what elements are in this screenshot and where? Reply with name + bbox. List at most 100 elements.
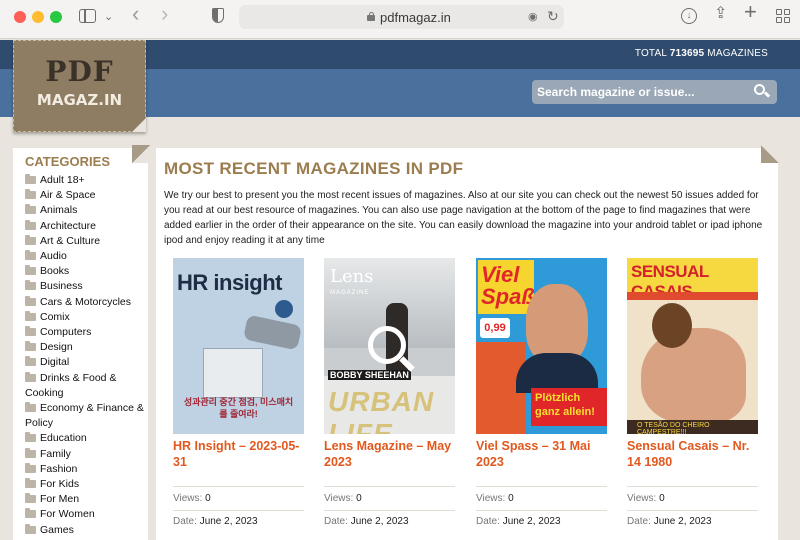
category-item[interactable]: For Men: [25, 492, 145, 507]
cover-caption: URBAN LIFE: [328, 386, 435, 434]
search-icon[interactable]: [754, 84, 771, 100]
magazine-title-link[interactable]: Lens Magazine – May 2023: [324, 438, 455, 470]
translate-icon[interactable]: ◉: [528, 10, 538, 23]
category-item[interactable]: Economy & Finance & Policy: [25, 401, 145, 431]
category-item[interactable]: Family: [25, 447, 145, 462]
categories-title: CATEGORIES: [25, 154, 110, 169]
cover-header: SENSUAL CASAIS: [627, 258, 758, 301]
category-item[interactable]: Architecture: [25, 219, 145, 234]
category-item[interactable]: Digital: [25, 355, 145, 370]
divider: [476, 510, 607, 511]
cover-footer: O TESÃO DO CHEIRO CAMPESTRE!!!: [627, 420, 758, 434]
url-text: pdfmagaz.in: [380, 10, 451, 25]
divider: [324, 510, 455, 511]
content-fold-corner: [761, 145, 779, 163]
magazine-title-link[interactable]: Viel Spass – 31 Mai 2023: [476, 438, 607, 470]
page-title: MOST RECENT MAGAZINES IN PDF: [164, 159, 464, 178]
fullscreen-window-button[interactable]: [50, 11, 62, 23]
magazine-title-link[interactable]: HR Insight – 2023-05-31: [173, 438, 304, 470]
category-item[interactable]: Books: [25, 264, 145, 279]
site-logo[interactable]: PDF MAGAZ.IN: [13, 40, 146, 132]
browser-toolbar: ⌄ ‹ › pdfmagaz.in ◉ ↻ ↓ ⇪ +: [0, 0, 800, 39]
cover-blocks-graphic: [203, 348, 263, 398]
cover-portrait: [526, 284, 588, 364]
date-published: Date: June 2, 2023: [627, 516, 712, 527]
folder-icon: [25, 341, 36, 352]
category-item[interactable]: Education: [25, 431, 145, 446]
folder-icon: [25, 508, 36, 519]
folder-icon: [25, 478, 36, 489]
cover-figure: [641, 328, 746, 423]
magazine-cover-image[interactable]: HR insight 성과관리 중간 점검, 미스매치를 줄여라!: [173, 258, 304, 434]
download-icon[interactable]: ↓: [681, 8, 697, 24]
category-item[interactable]: Art & Culture: [25, 234, 145, 249]
folder-icon: [25, 371, 36, 382]
tab-overview-icon[interactable]: [776, 9, 790, 23]
logo-text-pdf: PDF: [45, 55, 114, 88]
forward-arrow-icon[interactable]: ›: [161, 3, 168, 25]
category-item[interactable]: Games: [25, 523, 145, 538]
back-arrow-icon[interactable]: ‹: [132, 3, 139, 25]
cover-name: BOBBY SHEEHAN: [328, 370, 411, 380]
folder-icon: [25, 326, 36, 337]
magazine-title-link[interactable]: Sensual Casais – Nr. 14 1980: [627, 438, 758, 470]
folder-icon: [25, 234, 36, 245]
category-item[interactable]: Animals: [25, 203, 145, 218]
folder-icon: [25, 204, 36, 215]
cover-badge: [275, 300, 293, 318]
views-count: Views: 0: [476, 493, 514, 504]
category-item[interactable]: Adult 18+: [25, 173, 145, 188]
search-input[interactable]: [537, 84, 747, 100]
magazine-cover-image[interactable]: Lens MAGAZINE BOBBY SHEEHAN URBAN LIFE: [324, 258, 455, 434]
category-item[interactable]: Design: [25, 340, 145, 355]
folder-icon: [25, 310, 36, 321]
divider: [324, 486, 455, 487]
views-count: Views: 0: [627, 493, 665, 504]
logo-text-magazin: MAGAZ.IN: [36, 91, 123, 109]
category-item[interactable]: For Women: [25, 507, 145, 522]
category-item[interactable]: Fashion: [25, 462, 145, 477]
category-item[interactable]: Cars & Motorcycles: [25, 295, 145, 310]
cover-figure-hair: [652, 303, 692, 348]
divider: [173, 486, 304, 487]
folder-icon: [25, 189, 36, 200]
cover-suit: [516, 353, 598, 393]
category-item[interactable]: Business: [25, 279, 145, 294]
folder-icon: [25, 462, 36, 473]
folder-icon: [25, 432, 36, 443]
close-window-button[interactable]: [14, 11, 26, 23]
cover-masthead: Lens: [330, 266, 374, 287]
category-item[interactable]: Audio: [25, 249, 145, 264]
magazine-cover-image[interactable]: Viel Spaß 0,99 Plötzlich ganz allein!: [476, 258, 607, 434]
share-icon[interactable]: ⇪: [714, 6, 727, 22]
intro-text: We try our best to present you the most …: [164, 190, 763, 246]
chevron-down-icon[interactable]: ⌄: [104, 9, 113, 25]
cover-masthead-box: Viel Spaß: [478, 260, 535, 314]
divider: [476, 486, 607, 487]
total-magazines: TOTAL 713695 MAGAZINES: [634, 48, 768, 59]
folder-icon: [25, 356, 36, 367]
magazine-cover-image[interactable]: SENSUAL CASAIS O TESÃO DO CHEIRO CAMPEST…: [627, 258, 758, 434]
folder-icon: [25, 250, 36, 261]
category-item[interactable]: Drinks & Food & Cooking: [25, 371, 145, 401]
new-tab-icon[interactable]: +: [744, 1, 757, 23]
category-item[interactable]: For Kids: [25, 477, 145, 492]
address-bar[interactable]: pdfmagaz.in ◉ ↻: [239, 5, 564, 29]
folder-icon: [25, 493, 36, 504]
zoom-magnifier-icon[interactable]: [368, 326, 406, 364]
search-box[interactable]: [532, 80, 777, 104]
privacy-shield-icon[interactable]: [212, 8, 224, 23]
date-published: Date: June 2, 2023: [173, 516, 258, 527]
category-item[interactable]: Air & Space: [25, 188, 145, 203]
divider: [627, 486, 758, 487]
minimize-window-button[interactable]: [32, 11, 44, 23]
reload-icon[interactable]: ↻: [547, 8, 559, 25]
category-item[interactable]: Comix: [25, 310, 145, 325]
sidebar-toggle-icon[interactable]: [79, 9, 96, 23]
category-item[interactable]: Computers: [25, 325, 145, 340]
category-list: Adult 18+ Air & Space Animals Architectu…: [25, 173, 145, 538]
divider: [173, 510, 304, 511]
cover-caption: O TESÃO DO CHEIRO CAMPESTRE!!!: [637, 422, 710, 434]
cover-masthead: HR insight: [177, 270, 283, 295]
cover-subtitle: MAGAZINE: [330, 290, 370, 296]
